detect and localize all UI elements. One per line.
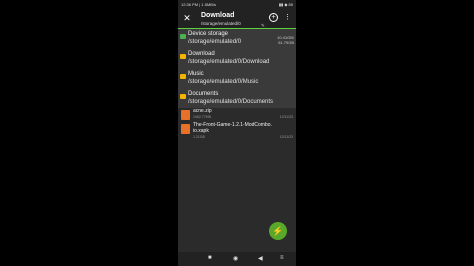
phone-screen: 12:36 PM | 1.5MB/s ▮▮ ◆ 85 ✕ Download /s… — [178, 0, 296, 266]
file-date: 12/11/23 — [279, 135, 293, 139]
dropdown-item-path: /storage/emulated/0/Music — [188, 79, 259, 85]
dropdown-item-path: /storage/emulated/0/Download — [188, 59, 270, 65]
dropdown-item-name: Device storage — [188, 31, 229, 37]
file-date: 12/11/23 — [279, 115, 293, 119]
status-bar: 12:36 PM | 1.5MB/s ▮▮ ◆ 85 — [178, 0, 296, 9]
close-icon[interactable]: ✕ — [182, 13, 192, 23]
page-title: Download — [201, 12, 235, 19]
current-path[interactable]: /storage/emulated/0 — [201, 21, 241, 26]
file-name: acne.zip — [193, 108, 212, 114]
dropdown-item-path: /storage/emulated/0/Documents — [188, 99, 274, 105]
location-dropdown: Device storage /storage/emulated/0 10.41… — [178, 29, 296, 108]
more-menu-icon[interactable]: ⋮ — [284, 13, 291, 22]
navigation-bar: ■ ◉ ◀ ≡ — [178, 252, 296, 266]
folder-icon — [180, 94, 186, 99]
folder-icon — [180, 74, 186, 79]
file-size: 1.21GB — [193, 135, 205, 139]
dropdown-item-name: Download — [188, 51, 215, 57]
archive-file-icon — [181, 110, 190, 120]
lightning-fab-button[interactable]: ⚡ — [269, 222, 287, 240]
xapk-file-icon — [181, 124, 190, 134]
dropdown-item-name: Music — [188, 71, 204, 77]
add-icon[interactable]: + — [269, 13, 278, 22]
recents-icon[interactable]: ■ — [208, 255, 212, 261]
dropdown-item-path: /storage/emulated/0 — [188, 39, 242, 45]
folder-icon — [180, 54, 186, 59]
home-icon[interactable]: ◉ — [233, 255, 238, 262]
dropdown-item-name: Documents — [188, 91, 219, 97]
menu-icon[interactable]: ≡ — [280, 255, 284, 261]
file-name-continued: io.xapk — [193, 128, 209, 134]
file-size: 1062.77MB — [193, 115, 211, 119]
storage-capacity: 10.41GB/51.79GB — [277, 35, 294, 45]
status-icons: ▮▮ ◆ 85 — [278, 2, 293, 7]
sd-card-icon — [180, 34, 186, 39]
back-icon[interactable]: ◀ — [258, 255, 263, 262]
toolbar: ✕ Download /storage/emulated/0 ✎ + ⋮ — [178, 9, 296, 28]
status-time: 12:36 PM | 1.5MB/s — [181, 2, 217, 7]
